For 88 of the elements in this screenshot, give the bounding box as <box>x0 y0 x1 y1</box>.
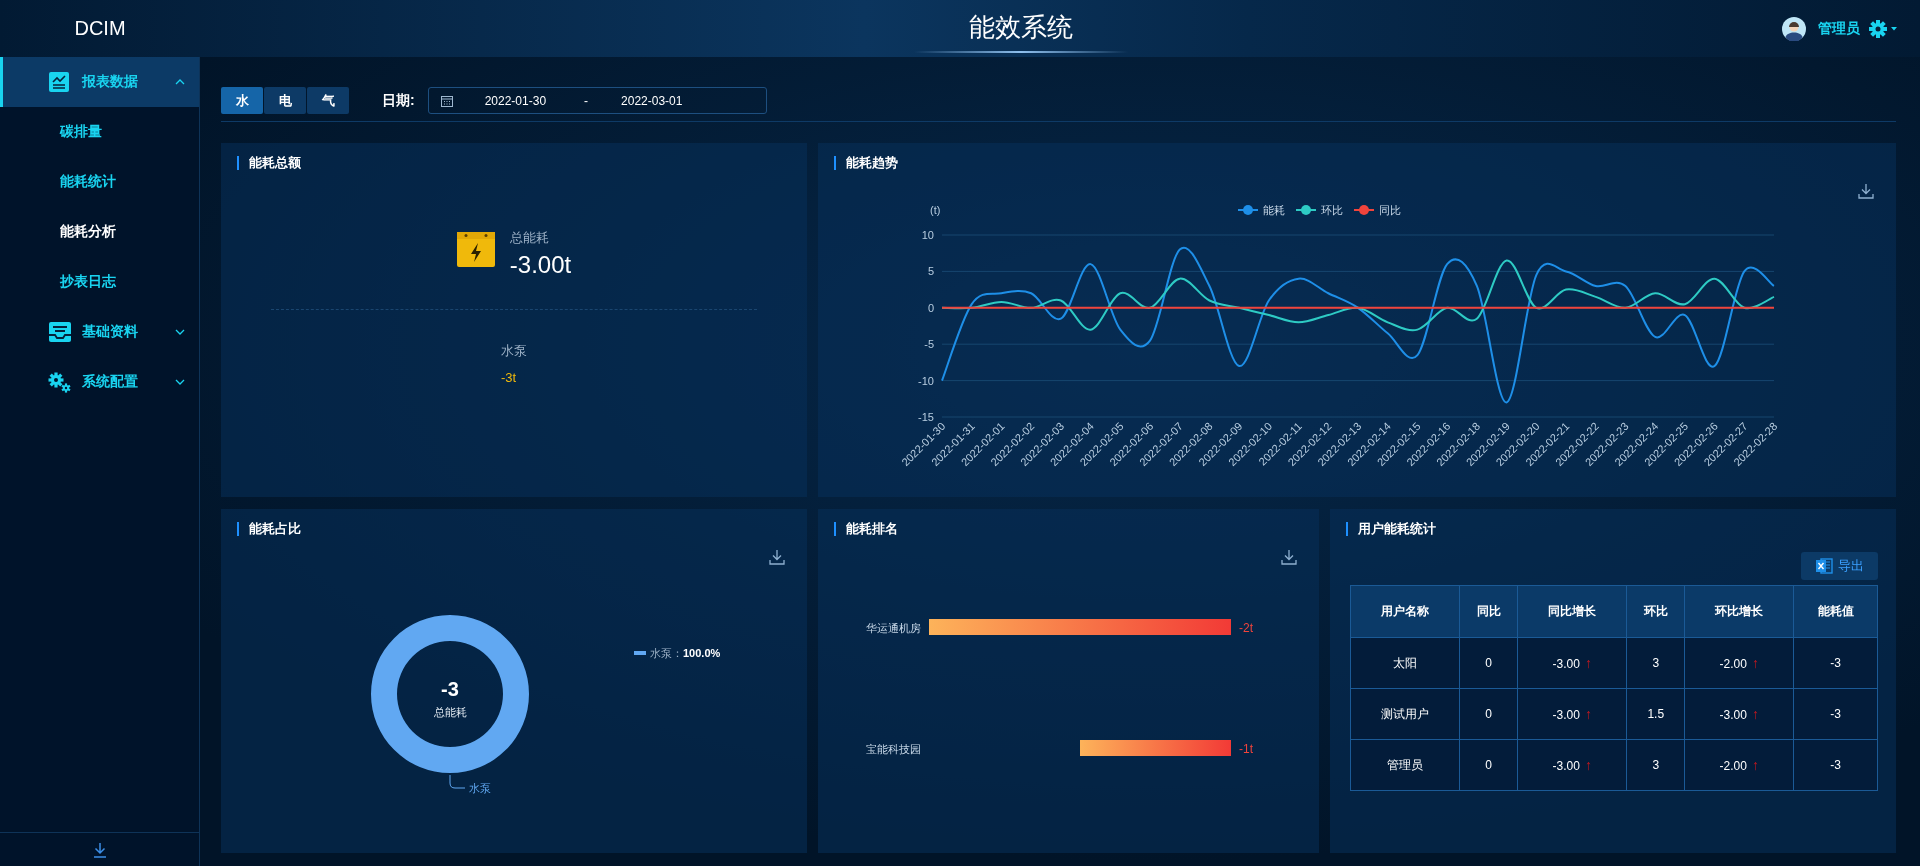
axis-label: 5 <box>927 265 934 278</box>
table-cell: -3 <box>1793 688 1878 740</box>
arrow-icon: ↑ <box>1751 706 1759 722</box>
menu-item[interactable]: 基础资料 <box>0 307 199 357</box>
column-header: 环比增长 <box>1684 585 1794 638</box>
column-header: 用户名称 <box>1350 585 1460 638</box>
column-header: 环比 <box>1626 585 1685 638</box>
chevron-down-icon <box>175 329 185 335</box>
axis-label: 10 <box>921 229 934 241</box>
user-name[interactable]: 管理员 <box>1818 19 1860 38</box>
table-cell: 0 <box>1459 688 1518 740</box>
avatar-icon <box>1782 16 1806 41</box>
bar-label: 华运通机房 <box>866 622 921 634</box>
value-label: -1t <box>1239 742 1253 756</box>
download-icon <box>1281 549 1297 565</box>
table-cell: -3.00 <box>1552 759 1580 773</box>
center-value: -3 <box>441 678 459 700</box>
bar-label: 宝能科技园 <box>866 743 921 755</box>
chevron-down-icon <box>175 379 185 385</box>
arrow-icon: ↑ <box>1751 655 1759 671</box>
tray-icon <box>48 321 72 343</box>
axis-label: -5 <box>924 338 934 351</box>
panel-title: 能耗占比 <box>237 522 301 536</box>
panel-title: 用户能耗统计 <box>1346 522 1436 536</box>
summary-value: -3.00t <box>509 251 572 279</box>
axis-title: (t) <box>930 204 941 216</box>
legend-label: 水泵：100.0% <box>650 647 721 659</box>
table-cell: -2.00 <box>1719 657 1747 671</box>
chevron-up-icon <box>175 79 185 85</box>
leader-line <box>449 774 466 789</box>
table-cell: -3 <box>1793 637 1878 689</box>
table-cell: -3.00 <box>1552 657 1580 671</box>
table-cell: 管理员 <box>1350 739 1460 791</box>
value-label: -2t <box>1239 621 1253 635</box>
panel-title: 能耗总额 <box>237 156 301 170</box>
download-icon <box>91 841 108 858</box>
menu-item[interactable]: 碳排量 <box>0 107 199 157</box>
legend-label: 同比 <box>1379 204 1401 216</box>
download-icon <box>769 549 785 565</box>
table-cell: 1.5 <box>1626 688 1685 740</box>
slice-label: 水泵 <box>469 782 491 794</box>
arrow-icon: ↑ <box>1751 757 1759 773</box>
logo-text: DCIM <box>73 17 127 40</box>
gears-icon <box>48 371 72 393</box>
column-header: 能耗值 <box>1793 585 1878 638</box>
arrow-icon: ↑ <box>1584 757 1592 773</box>
item-value: -3t <box>501 370 518 385</box>
date-range-field[interactable]: 2022-01-30 - 2022-03-01 <box>427 87 767 114</box>
arrow-icon: ↑ <box>1584 706 1592 722</box>
tab[interactable]: 电 <box>264 87 306 114</box>
spreadsheet-icon <box>1815 557 1833 575</box>
center-label: 总能耗 <box>433 706 467 718</box>
table-cell: -3 <box>1793 739 1878 791</box>
download-icon <box>1858 183 1874 199</box>
legend-label: 环比 <box>1321 204 1343 216</box>
settings-icon <box>1868 18 1898 39</box>
legend-label: 能耗 <box>1263 204 1285 216</box>
axis-label: -15 <box>918 411 934 423</box>
item-name: 水泵 <box>501 342 528 360</box>
table-cell: -2.00 <box>1719 759 1747 773</box>
axis-label: -10 <box>918 374 934 387</box>
menu-item[interactable]: 抄表日志 <box>0 257 199 307</box>
tab[interactable]: 水 <box>221 87 263 114</box>
panel-title: 能耗排名 <box>834 522 898 536</box>
lightning-calendar-icon <box>456 229 495 267</box>
table-cell: -3.00 <box>1552 708 1580 722</box>
export-button[interactable]: 导出 <box>1801 552 1878 580</box>
menu-item[interactable]: 报表数据 <box>0 57 199 107</box>
menu-item[interactable]: 能耗分析 <box>0 207 199 257</box>
axis-label: 0 <box>927 301 934 314</box>
chart-icon <box>48 71 72 93</box>
menu-item[interactable]: 能耗统计 <box>0 157 199 207</box>
summary-label: 总能耗 <box>509 229 550 247</box>
panel-title: 能耗趋势 <box>834 156 898 170</box>
table-cell: -3.00 <box>1719 708 1747 722</box>
tab[interactable]: 气 <box>307 87 349 114</box>
menu-item[interactable]: 系统配置 <box>0 357 199 407</box>
table-cell: 3 <box>1626 637 1685 689</box>
table-cell: 测试用户 <box>1350 688 1460 740</box>
arrow-icon: ↑ <box>1584 655 1592 671</box>
table-cell: 太阳 <box>1350 637 1460 689</box>
table-cell: 0 <box>1459 637 1518 689</box>
date-label: 日期: <box>382 91 415 110</box>
table-cell: 3 <box>1626 739 1685 791</box>
column-header: 同比 <box>1459 585 1518 638</box>
calendar-icon <box>440 94 453 107</box>
column-header: 同比增长 <box>1517 585 1627 638</box>
table-cell: 0 <box>1459 739 1518 791</box>
